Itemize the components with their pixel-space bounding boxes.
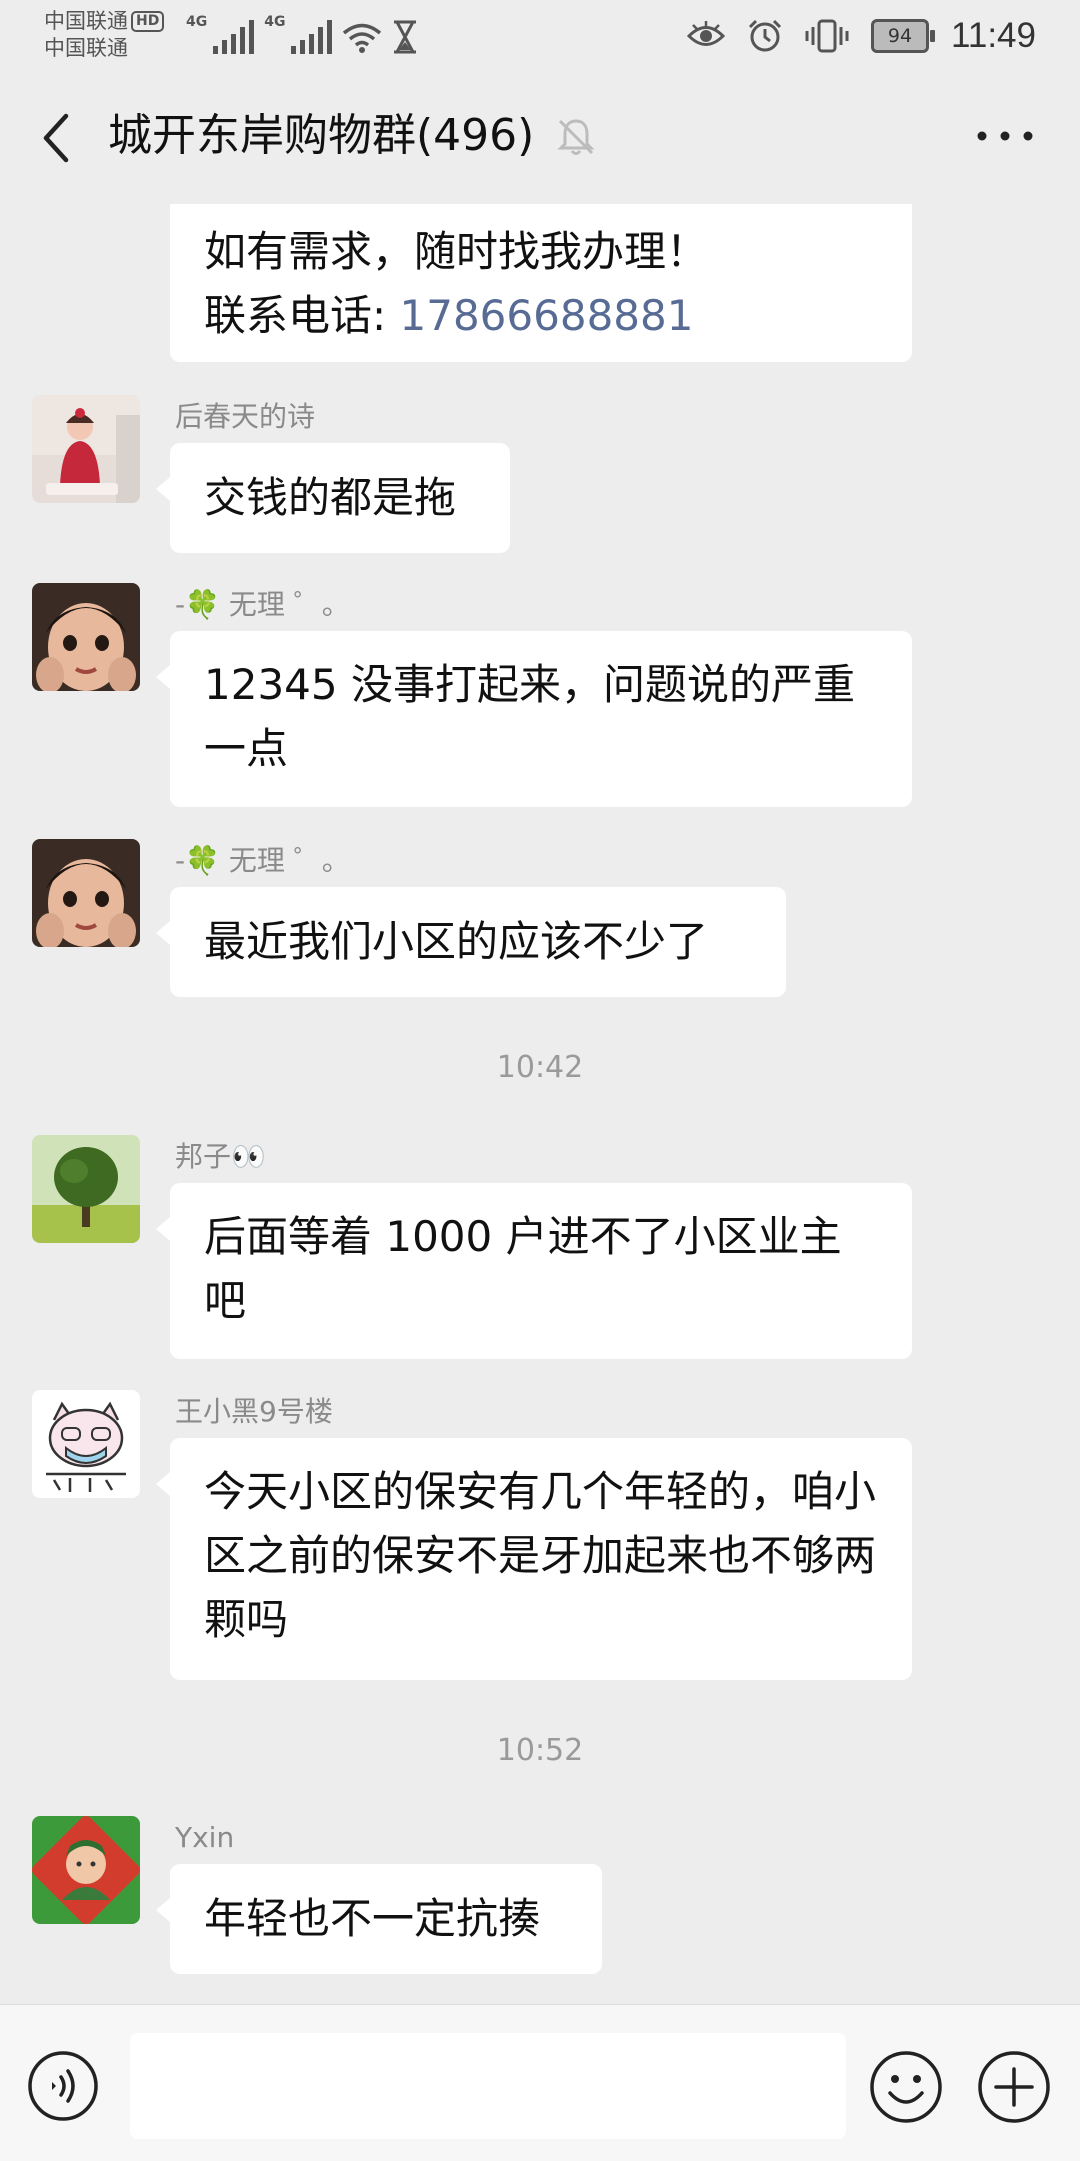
- message-bubble[interactable]: 交钱的都是拖: [156, 443, 510, 553]
- signal-icon: [213, 20, 255, 54]
- status-icons-left: 4G 4G: [186, 14, 418, 54]
- message-bubble[interactable]: 后面等着 1000 户进不了小区业主吧: [156, 1183, 912, 1359]
- bell-off-icon: [557, 119, 595, 155]
- sender-name: -🍀 无理 ゜。: [175, 588, 350, 621]
- hourglass-icon: [394, 20, 417, 54]
- avatar[interactable]: [32, 1135, 140, 1243]
- eye-icon: [687, 21, 725, 46]
- avatar[interactable]: [32, 1816, 140, 1924]
- message-text: 联系电话:: [204, 291, 400, 340]
- timestamp: 10:52: [496, 1733, 584, 1768]
- more-button[interactable]: [970, 114, 1040, 158]
- signal-icon: [291, 20, 333, 54]
- input-bar: [0, 2004, 1080, 2161]
- avatar[interactable]: [32, 583, 140, 691]
- status-bar: 中国联通 HD 中国联通 4G 4G 94 11:49: [0, 0, 1080, 70]
- message-text: 交钱的都是拖: [204, 473, 457, 522]
- vibrate-icon: [805, 19, 849, 53]
- status-clock: 11:49: [951, 16, 1036, 55]
- chat-message-list[interactable]: 如有需求，随时找我办理！ 联系电话: 17866688881 后春天的诗 交钱的…: [0, 204, 1080, 2004]
- chat-header: 城开东岸购物群(496): [0, 70, 1080, 204]
- back-button[interactable]: [32, 106, 80, 170]
- message-input[interactable]: [130, 2033, 846, 2139]
- message-text: 12345 没事打起来，问题说的严重一点: [204, 660, 855, 773]
- message-bubble[interactable]: 12345 没事打起来，问题说的严重一点: [156, 631, 912, 807]
- network-type-1: 4G: [186, 14, 208, 30]
- status-icons-right: 94 11:49: [687, 14, 1036, 58]
- message-bubble[interactable]: 年轻也不一定抗揍: [156, 1864, 602, 1974]
- sender-name: Yxin: [175, 1821, 235, 1854]
- chat-title: 城开东岸购物群(496): [108, 110, 535, 161]
- message-line: 联系电话: 17866688881: [204, 284, 878, 348]
- plus-button[interactable]: [976, 2049, 1052, 2125]
- emoji-button[interactable]: [868, 2049, 944, 2125]
- voice-button[interactable]: [26, 2049, 100, 2123]
- message-text: 后面等着 1000 户进不了小区业主吧: [204, 1212, 842, 1325]
- message-bubble[interactable]: 最近我们小区的应该不少了: [156, 887, 786, 997]
- sender-name: 后春天的诗: [175, 400, 316, 433]
- avatar[interactable]: [32, 839, 140, 947]
- message-text: 年轻也不一定抗揍: [204, 1894, 541, 1943]
- avatar[interactable]: [32, 1390, 140, 1498]
- message-bubble[interactable]: 如有需求，随时找我办理！ 联系电话: 17866688881: [170, 204, 912, 362]
- carrier-2: 中国联通: [44, 36, 128, 60]
- carrier-1: 中国联通: [44, 9, 128, 33]
- sender-name: 王小黑9号楼: [175, 1395, 333, 1428]
- hd-badge: HD: [131, 11, 165, 32]
- carrier-info: 中国联通 HD 中国联通: [44, 8, 165, 62]
- phone-link[interactable]: 17866688881: [400, 291, 694, 340]
- message-bubble[interactable]: 今天小区的保安有几个年轻的，咱小区之前的保安不是牙加起来也不够两颗吗: [156, 1438, 912, 1680]
- sender-name: 邦子👀: [175, 1140, 266, 1173]
- message-text: 最近我们小区的应该不少了: [204, 917, 709, 966]
- timestamp: 10:42: [496, 1050, 584, 1085]
- wifi-icon: [343, 23, 382, 53]
- network-type-2: 4G: [264, 14, 286, 30]
- sender-name: -🍀 无理 ゜。: [175, 844, 350, 877]
- message-line: 如有需求，随时找我办理！: [204, 227, 709, 276]
- avatar[interactable]: [32, 395, 140, 503]
- battery-indicator: 94: [871, 19, 935, 53]
- message-text: 今天小区的保安有几个年轻的，咱小区之前的保安不是牙加起来也不够两颗吗: [204, 1467, 877, 1644]
- alarm-icon: [748, 19, 782, 52]
